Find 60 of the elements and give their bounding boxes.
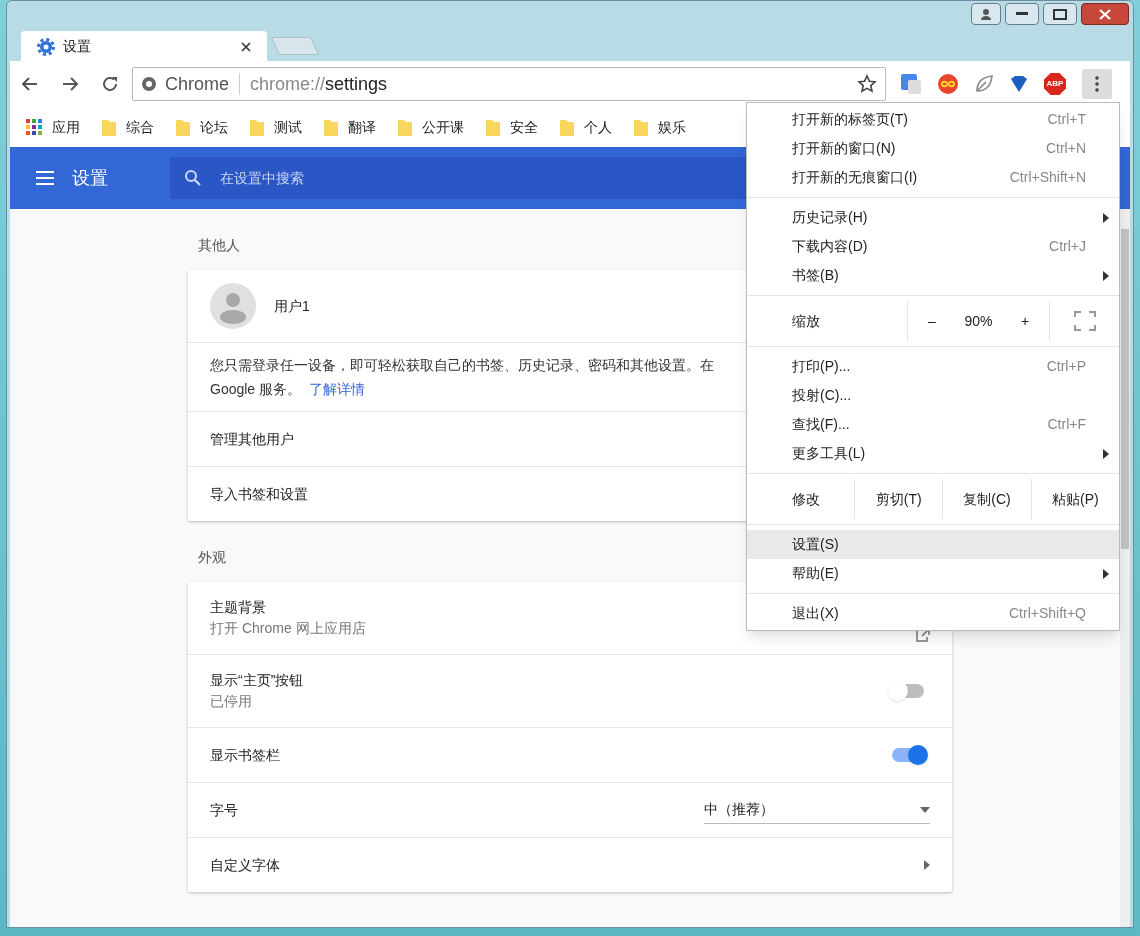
sync-description: 您只需登录任一设备，即可轻松获取自己的书签、历史记录、密码和其他设置。在 Google 服务。 了解详情: [210, 356, 714, 399]
setting-label: 自定义字体: [210, 855, 280, 875]
setting-label: 导入书签和设置: [210, 484, 308, 504]
url-path: settings: [325, 73, 388, 94]
menu-item[interactable]: 历史记录(H): [747, 203, 1119, 232]
url-scheme: chrome://: [250, 73, 326, 94]
shortcut-label: Ctrl+N: [1045, 139, 1086, 158]
menu-item[interactable]: 帮助(E): [747, 559, 1119, 588]
bookmark-item[interactable]: 测试: [250, 116, 302, 138]
address-bar[interactable]: Chrome chrome://settings: [132, 67, 886, 101]
bookmark-item[interactable]: 娱乐: [634, 116, 686, 138]
menu-item[interactable]: 打开新的无痕窗口(I) Ctrl+Shift+N: [747, 163, 1119, 192]
menu-item[interactable]: 打开新的标签页(T) Ctrl+T: [747, 105, 1119, 134]
zoom-out-button[interactable]: –: [908, 310, 956, 332]
setting-label: 字号: [210, 800, 238, 820]
bookmark-item[interactable]: 个人: [560, 116, 612, 138]
shortcut-label: Ctrl+P: [1046, 357, 1086, 376]
menu-item[interactable]: 设置(S): [747, 530, 1119, 559]
menu-item[interactable]: 打开新的窗口(N) Ctrl+N: [747, 134, 1119, 163]
section-heading: 其他人: [198, 236, 240, 255]
setting-label: 管理其他用户: [210, 429, 294, 449]
bookmark-item[interactable]: 综合: [102, 116, 154, 138]
menu-item[interactable]: 查找(F)... Ctrl+F: [747, 410, 1119, 439]
font-size-dropdown[interactable]: 中（推荐）: [704, 796, 930, 824]
edit-button[interactable]: 剪切(T): [854, 479, 943, 519]
section-heading: 外观: [198, 548, 226, 567]
shortcut-label: Ctrl+Shift+Q: [1008, 604, 1086, 623]
edit-label: 修改: [791, 489, 821, 509]
setting-description: 打开 Chrome 网上应用店: [210, 619, 366, 638]
menu-item[interactable]: 退出(X) Ctrl+Shift+Q: [747, 599, 1119, 628]
zoom-label: 缩放: [791, 311, 821, 331]
menu-item[interactable]: 打印(P)... Ctrl+P: [747, 352, 1119, 381]
setting-label: 主题背景: [210, 598, 266, 617]
setting-description: 已停用: [210, 692, 252, 711]
menu-item[interactable]: 下载内容(D) Ctrl+J: [747, 232, 1119, 261]
bookmark-item[interactable]: 应用: [26, 116, 80, 138]
shortcut-label: Ctrl+J: [1049, 237, 1086, 256]
menu-item[interactable]: 更多工具(L): [747, 439, 1119, 468]
zoom-level: 90%: [963, 311, 994, 331]
edit-button[interactable]: 粘贴(P): [1030, 479, 1119, 519]
setting-label: 显示“主页”按钮: [210, 671, 304, 690]
shortcut-label: Ctrl+F: [1047, 415, 1086, 434]
shortcut-label: Ctrl+T: [1047, 110, 1086, 129]
user-name: 用户1: [274, 296, 310, 316]
zoom-in-button[interactable]: +: [1001, 310, 1049, 332]
menu-item[interactable]: 投射(C)...: [747, 381, 1119, 410]
bookmark-item[interactable]: 公开课: [398, 116, 464, 138]
site-label: Chrome: [165, 72, 230, 96]
bookmark-item[interactable]: 论坛: [176, 116, 228, 138]
bookmark-item[interactable]: 安全: [486, 116, 538, 138]
adblock-button[interactable]: ABP: [1044, 73, 1066, 95]
setting-label: 显示书签栏: [210, 745, 280, 765]
tab-title: 设置: [63, 37, 92, 56]
page-title: 设置: [72, 166, 109, 190]
bookmark-item[interactable]: 翻译: [324, 116, 376, 138]
menu-item[interactable]: 书签(B): [747, 261, 1119, 290]
edit-button[interactable]: 复制(C): [942, 479, 1031, 519]
browser-tab[interactable]: 设置: [21, 31, 267, 62]
learn-more-link[interactable]: 了解详情: [308, 381, 365, 397]
shortcut-label: Ctrl+Shift+N: [1009, 168, 1086, 187]
